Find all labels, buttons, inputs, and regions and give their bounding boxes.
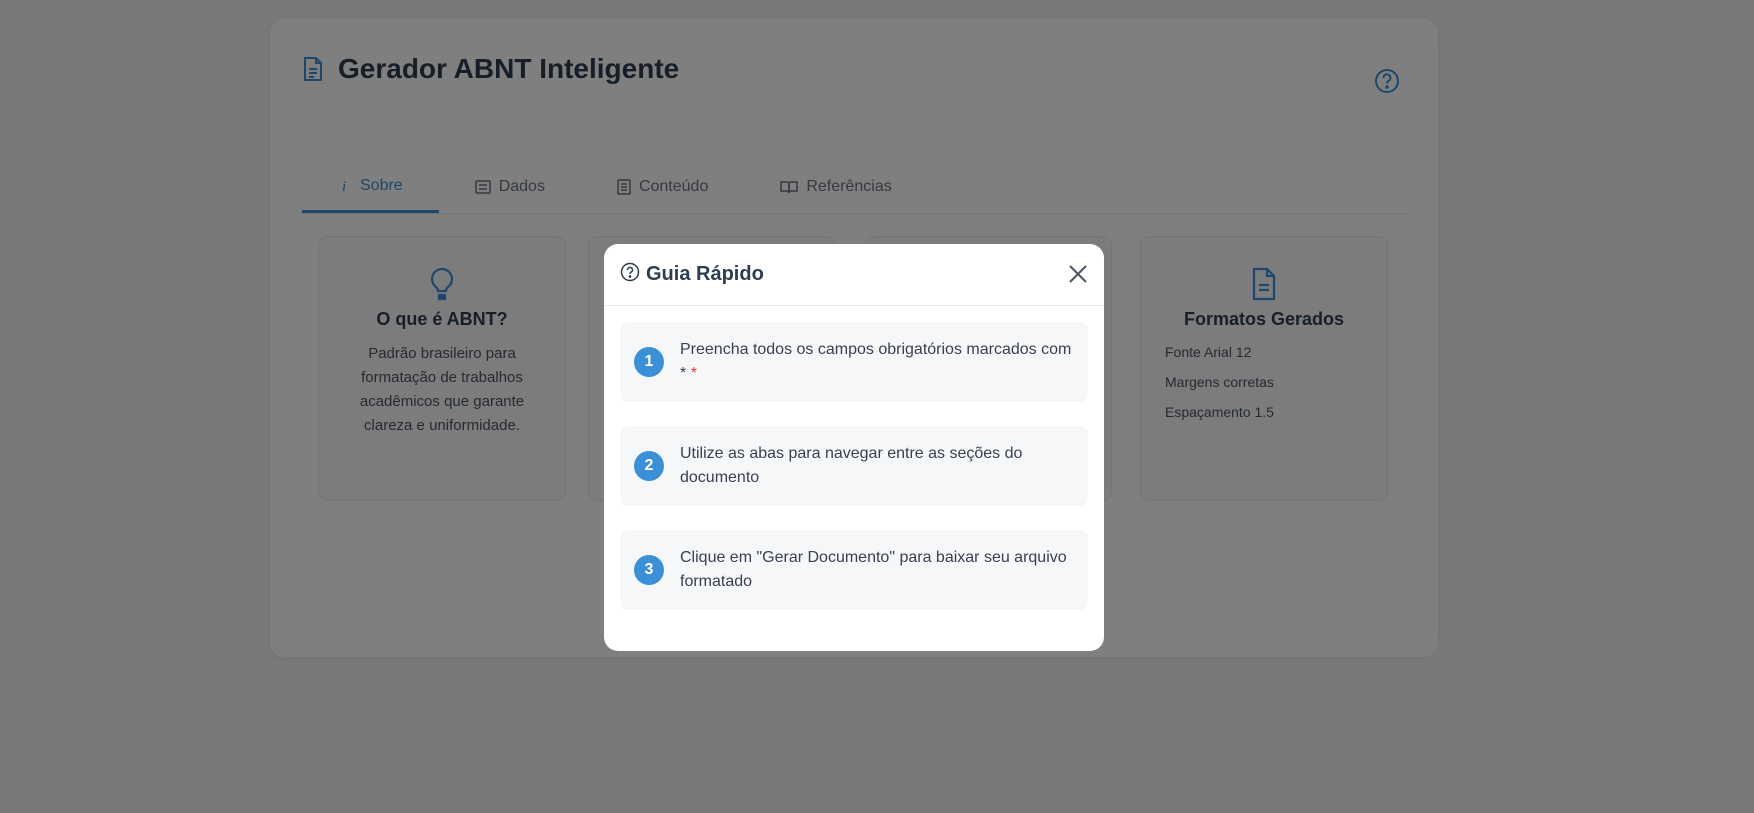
question-circle-icon bbox=[620, 262, 640, 287]
required-asterisk-red: * bbox=[690, 365, 697, 382]
step-number: 2 bbox=[634, 451, 664, 481]
step-text: Clique em "Gerar Documento" para baixar … bbox=[680, 549, 1067, 590]
required-asterisk: * bbox=[680, 365, 687, 382]
list-item: 2 Utilize as abas para navegar entre as … bbox=[620, 426, 1088, 506]
required-marker: * * bbox=[680, 365, 697, 382]
list-item: 1 Preencha todos os campos obrigatórios … bbox=[620, 322, 1088, 402]
modal-title: Guia Rápido bbox=[646, 263, 764, 285]
step-number: 3 bbox=[634, 555, 664, 585]
step-text-content: Preencha todos os campos obrigatórios ma… bbox=[680, 341, 1072, 358]
steps-list: 1 Preencha todos os campos obrigatórios … bbox=[604, 306, 1104, 610]
step-text: Preencha todos os campos obrigatórios ma… bbox=[680, 338, 1071, 386]
step-text: Utilize as abas para navegar entre as se… bbox=[680, 445, 1023, 486]
quick-guide-modal: Guia Rápido 1 Preencha todos os campos o… bbox=[604, 244, 1104, 651]
step-number: 1 bbox=[634, 347, 664, 377]
list-item: 3 Clique em "Gerar Documento" para baixa… bbox=[620, 530, 1088, 610]
close-icon[interactable] bbox=[1066, 262, 1090, 286]
modal-header: Guia Rápido bbox=[604, 244, 1104, 306]
